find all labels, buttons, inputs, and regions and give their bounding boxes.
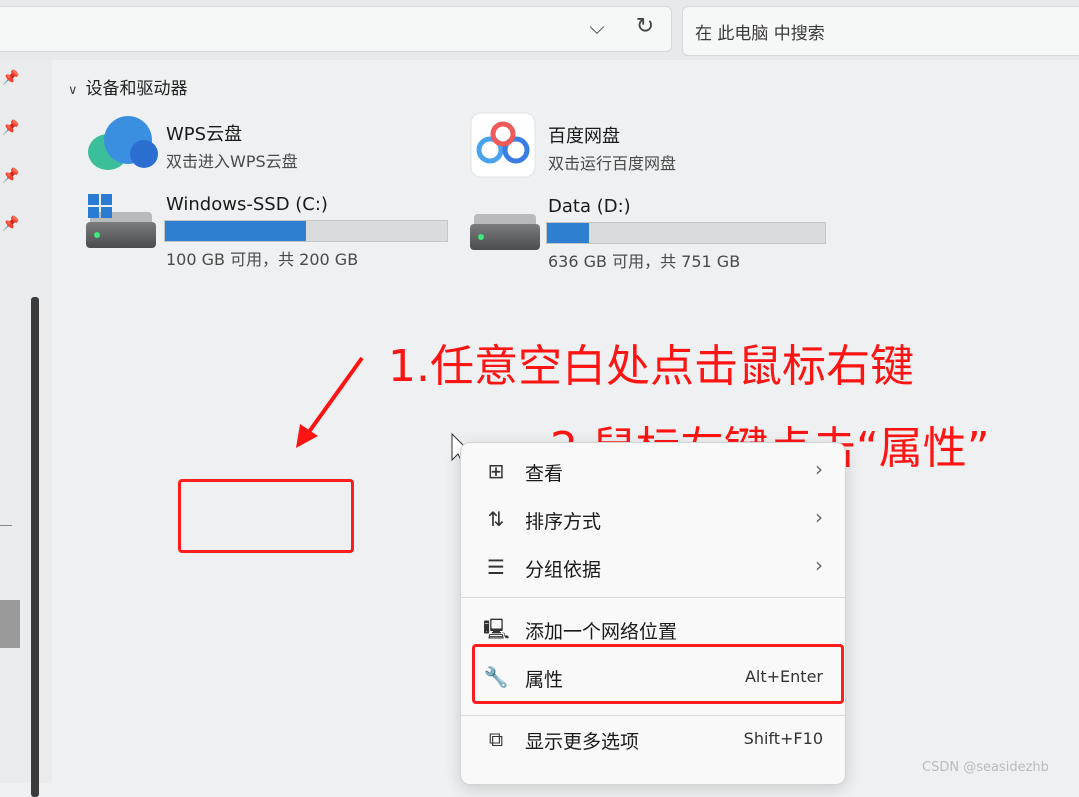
menu-separator [461,597,845,598]
group-icon: ☰ [487,555,505,579]
chevron-right-icon: › [815,505,823,529]
menu-item-show-more-options[interactable]: ⧉ 显示更多选项 Shift+F10 [461,717,845,761]
annotation-properties-box [472,644,844,704]
menu-item-label: 分组依据 [525,559,602,581]
menu-item-label: 添加一个网络位置 [525,621,678,643]
context-menu: ⊞ 查看 › ⇅ 排序方式 › ☰ 分组依据 › 🖳 添加一个网络位置 🔧 属性… [460,442,846,785]
menu-item-label: 查看 [525,463,564,485]
annotation-blank-area-box [178,479,354,553]
chevron-right-icon: › [815,553,823,577]
menu-item-view[interactable]: ⊞ 查看 › [461,449,845,493]
chevron-right-icon: › [815,457,823,481]
menu-item-label: 显示更多选项 [525,731,640,753]
sort-icon: ⇅ [487,507,505,531]
menu-item-group[interactable]: ☰ 分组依据 › [461,545,845,589]
menu-item-label: 排序方式 [525,511,602,533]
arrow-head-icon [296,424,318,448]
menu-separator [461,715,845,716]
menu-item-shortcut: Shift+F10 [743,729,823,748]
grid-icon: ⊞ [487,459,505,483]
network-location-icon: 🖳 [483,617,510,641]
more-options-icon: ⧉ [488,727,504,751]
menu-item-sort[interactable]: ⇅ 排序方式 › [461,497,845,541]
watermark: CSDN @seasidezhb [922,760,1049,775]
